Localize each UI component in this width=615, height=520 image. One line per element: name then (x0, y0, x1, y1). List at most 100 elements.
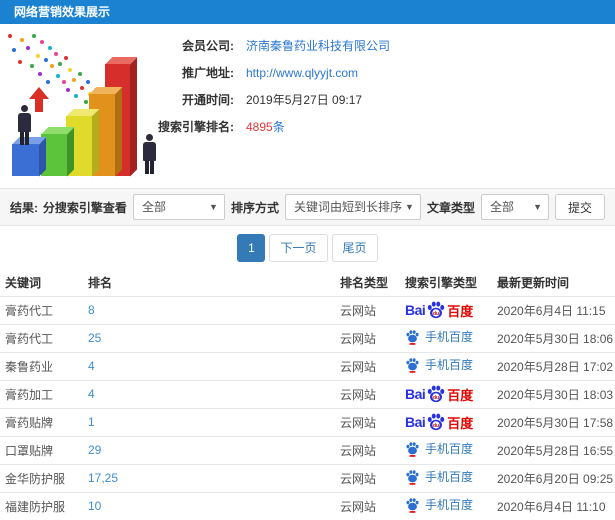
engine-cell: Bai du 百度 (400, 491, 492, 520)
confetti-decoration (8, 34, 12, 38)
article-type-select[interactable]: 全部 ▼ (480, 194, 549, 220)
rank-cell[interactable]: 25 (83, 323, 335, 352)
mobile-baidu-label: 手机百度 (425, 470, 474, 485)
chevron-down-icon: ▼ (405, 202, 414, 212)
baidu-logo-cn-text: 百度 (447, 415, 474, 431)
rank-type-cell: 云网站 (335, 435, 400, 464)
page-title: 网络营销效果展示 (14, 5, 111, 19)
baidu-logo-cn-text: 百度 (447, 387, 474, 403)
engine-cell: Bai du 百度 (400, 463, 492, 492)
mobile-baidu-paw-icon (406, 441, 419, 457)
rank-cell[interactable]: 17,25 (83, 463, 335, 492)
table-row: 膏药代工 25 云网站 Bai du 百度 (0, 323, 615, 352)
updated-time-cell: 2020年5月30日 18:03 (492, 379, 615, 408)
last-page-button[interactable]: 尾页 (331, 234, 378, 262)
baidu-mobile-logo: 手机百度 (405, 440, 473, 457)
info-value: 4895 (246, 119, 273, 134)
table-row: 膏药贴牌 1 云网站 Bai du 百度 2020年5月30日 17:58 (0, 407, 615, 436)
table-header-row: 关键词 排名 排名类型 搜索引擎类型 最新更新时间 (0, 270, 615, 296)
header-rank: 排名 (88, 276, 113, 291)
baidu-paw-icon: du (428, 413, 445, 431)
header-rank-type: 排名类型 (340, 276, 389, 291)
keyword-cell: 膏药代工 (0, 323, 83, 352)
mobile-baidu-label: 手机百度 (425, 498, 474, 513)
baidu-paw-icon: du (428, 301, 445, 319)
baidu-logo-bai-text: Bai (405, 414, 426, 430)
page-button-current[interactable]: 1 (237, 234, 266, 262)
baidu-mobile-logo: 手机百度 (405, 356, 473, 373)
sort-filter-label: 排序方式 (230, 200, 279, 215)
red-arrow-icon (29, 87, 49, 112)
rank-cell[interactable]: 29 (83, 435, 335, 464)
mobile-baidu-paw-icon (406, 469, 419, 485)
updated-time-cell: 2020年5月30日 18:06 (492, 323, 615, 352)
filter-controls: 分搜索引擎查看 全部 ▼ 排序方式 关键词由短到长排序 ▼ 文章类型 全部 ▼ … (43, 194, 605, 220)
article-type-label: 文章类型 (426, 200, 475, 215)
engine-select-value: 全部 (141, 200, 166, 214)
rank-type-cell: 云网站 (335, 407, 400, 436)
engine-cell: Bai du 百度 (400, 295, 492, 324)
pagination: 1 下一页 尾页 (0, 226, 615, 270)
mobile-baidu-label: 手机百度 (425, 330, 474, 345)
info-panel: 会员公司: 济南秦鲁药业科技有限公司 推广地址: http://www.qlyy… (150, 32, 390, 140)
updated-time-cell: 2020年6月20日 09:25 (492, 463, 615, 492)
info-row: 开通时间: 2019年5月27日 09:17 (150, 86, 390, 113)
svg-text:du: du (433, 423, 439, 429)
keyword-cell: 膏药代工 (0, 295, 83, 324)
updated-time-cell: 2020年6月4日 11:15 (492, 295, 615, 324)
table-row: 口罩贴牌 29 云网站 Bai du 百度 (0, 435, 615, 464)
engine-cell: Bai du 百度 (400, 323, 492, 352)
rank-cell[interactable]: 10 (83, 491, 335, 520)
bar-chart-illustration (0, 28, 175, 184)
rank-cell[interactable]: 8 (83, 295, 335, 324)
rank-cell[interactable]: 4 (83, 379, 335, 408)
engine-select[interactable]: 全部 ▼ (132, 194, 225, 220)
updated-time-cell: 2020年5月28日 17:02 (492, 351, 615, 380)
info-label: 开通时间: (182, 93, 234, 107)
info-value-suffix: 条 (272, 120, 285, 134)
baidu-mobile-logo: 手机百度 (405, 328, 473, 345)
mobile-baidu-label: 手机百度 (425, 442, 474, 457)
baidu-logo: Bai du 百度 (405, 300, 473, 320)
rank-cell[interactable]: 4 (83, 351, 335, 380)
header-engine-type: 搜索引擎类型 (405, 276, 478, 291)
info-label: 搜索引擎排名: (158, 120, 234, 134)
rank-type-cell: 云网站 (335, 295, 400, 324)
info-row: 会员公司: 济南秦鲁药业科技有限公司 (150, 32, 390, 59)
updated-time-cell: 2020年6月4日 11:10 (492, 491, 615, 520)
table-row: 福建防护服 10 云网站 Bai du 百度 (0, 491, 615, 520)
filter-bar: 结果: 分搜索引擎查看 全部 ▼ 排序方式 关键词由短到长排序 ▼ 文章类型 全… (0, 188, 615, 226)
keyword-cell: 膏药贴牌 (0, 407, 83, 436)
info-row: 推广地址: http://www.qlyyjt.com (150, 59, 390, 86)
next-page-button[interactable]: 下一页 (269, 234, 328, 262)
baidu-mobile-logo: 手机百度 (405, 468, 473, 485)
baidu-logo: Bai du 百度 (405, 412, 473, 432)
updated-time-cell: 2020年5月30日 17:58 (492, 407, 615, 436)
rank-cell[interactable]: 1 (83, 407, 335, 436)
baidu-logo: Bai du 百度 (405, 384, 473, 404)
rank-type-cell: 云网站 (335, 379, 400, 408)
baidu-logo-cn-text: 百度 (447, 303, 474, 319)
table-row: 金华防护服 17,25 云网站 Bai du 百度 (0, 463, 615, 492)
baidu-logo-bai-text: Bai (405, 386, 426, 402)
results-table: 关键词 排名 排名类型 搜索引擎类型 最新更新时间 膏药代工 8 云网站 Bai… (0, 270, 615, 520)
sort-select[interactable]: 关键词由短到长排序 ▼ (284, 194, 421, 220)
svg-text:du: du (433, 311, 439, 317)
baidu-paw-icon: du (428, 385, 445, 403)
updated-time-cell: 2020年5月28日 16:55 (492, 435, 615, 464)
info-value: 济南秦鲁药业科技有限公司 (246, 39, 391, 53)
keyword-cell: 金华防护服 (0, 463, 83, 492)
info-label: 会员公司: (182, 39, 234, 53)
submit-button[interactable]: 提交 (554, 194, 605, 220)
info-label: 推广地址: (182, 66, 234, 80)
rank-type-cell: 云网站 (335, 491, 400, 520)
window-title: 网络营销效果展示 (0, 0, 615, 24)
svg-text:du: du (433, 395, 439, 401)
engine-cell: Bai du 百度 (400, 351, 492, 380)
table-row: 膏药代工 8 云网站 Bai du 百度 2020年6月4日 11:15 (0, 295, 615, 324)
engine-cell: Bai du 百度 (400, 407, 492, 436)
info-value: 2019年5月27日 09:17 (246, 93, 363, 107)
baidu-logo-bai-text: Bai (405, 302, 426, 318)
keyword-cell: 秦鲁药业 (0, 351, 83, 380)
rank-type-cell: 云网站 (335, 351, 400, 380)
